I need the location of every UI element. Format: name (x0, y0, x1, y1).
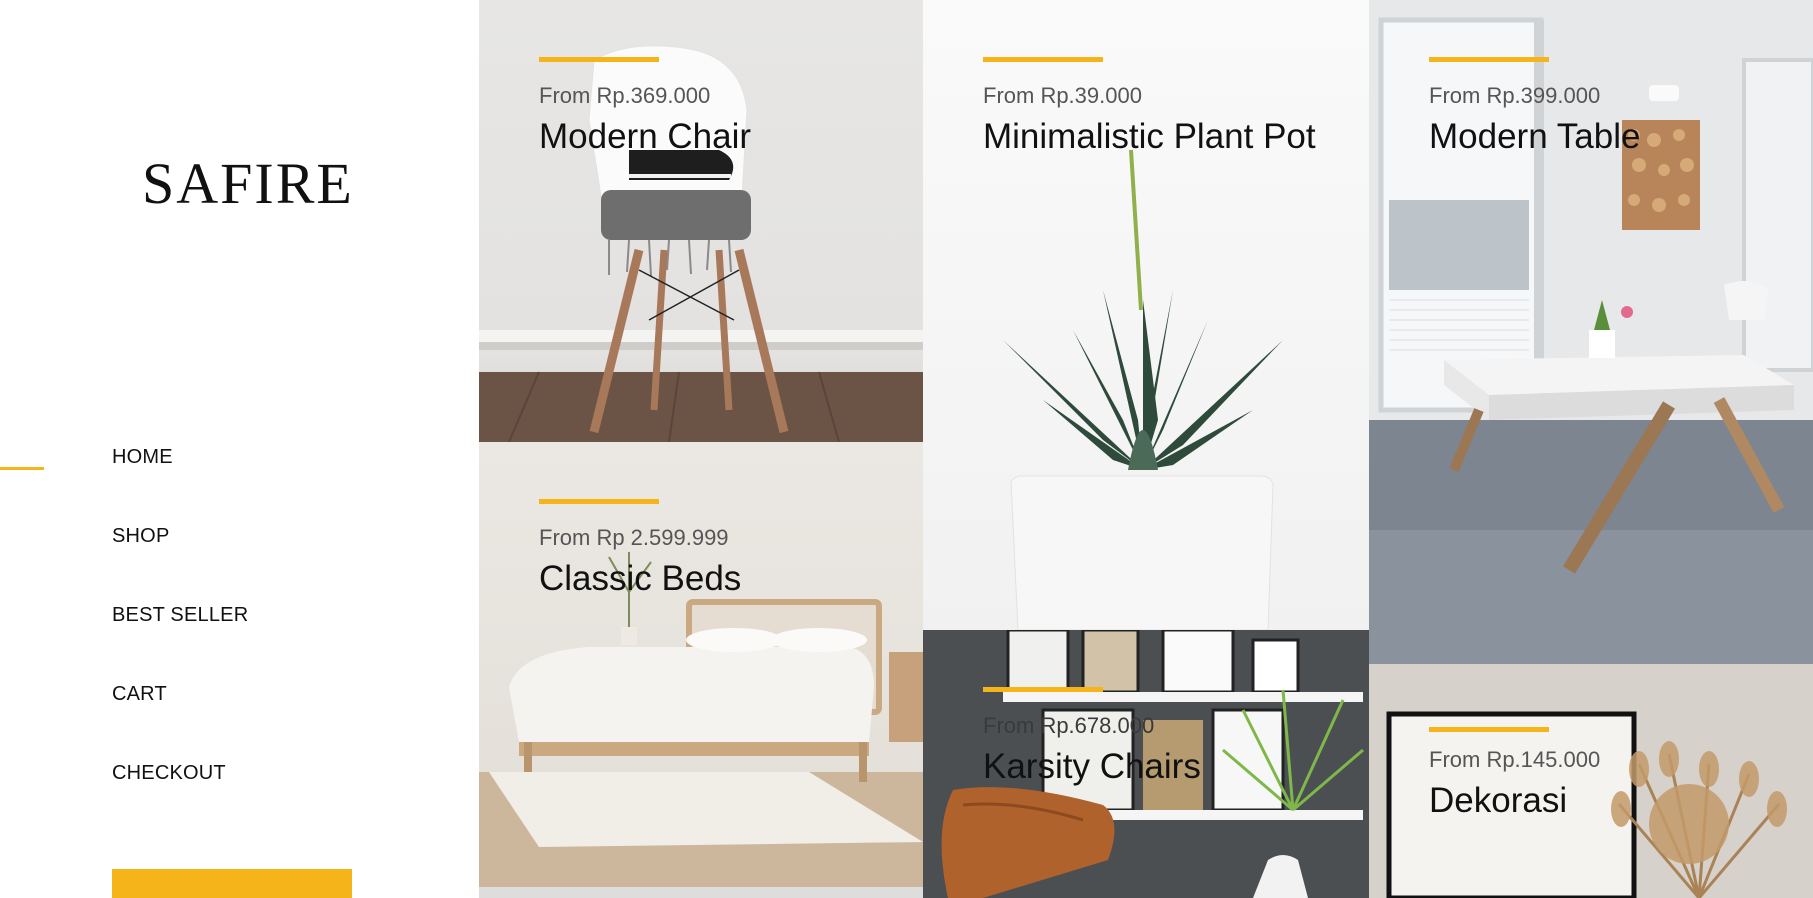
product-name[interactable]: Minimalistic Plant Pot (983, 117, 1316, 157)
nav-item-cart[interactable]: CART (0, 683, 479, 762)
accent-bar (983, 57, 1103, 62)
brand-logo[interactable]: SAFIRE (142, 150, 354, 217)
accent-bar (983, 687, 1103, 692)
product-price: From Rp.145.000 (1429, 747, 1601, 772)
product-price: From Rp.678.000 (983, 713, 1155, 738)
product-name[interactable]: Dekorasi (1429, 781, 1567, 821)
active-indicator (0, 467, 44, 470)
product-price: From Rp.399.000 (1429, 83, 1601, 108)
product-tile-partial (479, 887, 923, 898)
product-name[interactable]: Modern Chair (539, 117, 751, 157)
chair-photo (479, 45, 923, 442)
nav-item-label[interactable]: CART (112, 683, 167, 706)
product-name[interactable]: Modern Table (1429, 117, 1640, 157)
cta-button[interactable] (112, 869, 352, 898)
nav-item-label[interactable]: HOME (112, 446, 173, 469)
product-price: From Rp 2.599.999 (539, 525, 729, 550)
nav-item-label[interactable]: BEST SELLER (112, 604, 248, 627)
product-price: From Rp.369.000 (539, 83, 711, 108)
accent-bar (539, 57, 659, 62)
product-tile-classic-beds[interactable]: From Rp 2.599.999 Classic Beds (479, 442, 923, 887)
bed-photo (479, 552, 923, 887)
main-nav: HOME SHOP BEST SELLER CART CHECKOUT (0, 446, 479, 841)
nav-item-shop[interactable]: SHOP (0, 525, 479, 604)
product-name[interactable]: Classic Beds (539, 559, 741, 599)
product-tile-modern-table[interactable]: From Rp.399.000 Modern Table (1369, 0, 1813, 664)
accent-bar (539, 499, 659, 504)
product-tile-modern-chair[interactable]: From Rp.369.000 Modern Chair (479, 0, 923, 442)
product-tile-dekorasi[interactable]: From Rp.145.000 Dekorasi (1369, 664, 1813, 898)
nav-item-best-seller[interactable]: BEST SELLER (0, 604, 479, 683)
product-name[interactable]: Karsity Chairs (983, 747, 1201, 787)
product-tile-karsity-chairs[interactable]: From Rp.678.000 Karsity Chairs (923, 630, 1369, 898)
nav-item-label[interactable]: CHECKOUT (112, 762, 226, 785)
nav-item-home[interactable]: HOME (0, 446, 479, 525)
accent-bar (1429, 727, 1549, 732)
nav-item-label[interactable]: SHOP (112, 525, 169, 548)
product-tile-plant-pot[interactable]: From Rp.39.000 Minimalistic Plant Pot (923, 0, 1369, 630)
nav-item-checkout[interactable]: CHECKOUT (0, 762, 479, 841)
accent-bar (1429, 57, 1549, 62)
sidebar: SAFIRE HOME SHOP BEST SELLER CART CHECKO… (0, 0, 479, 898)
product-price: From Rp.39.000 (983, 83, 1142, 108)
